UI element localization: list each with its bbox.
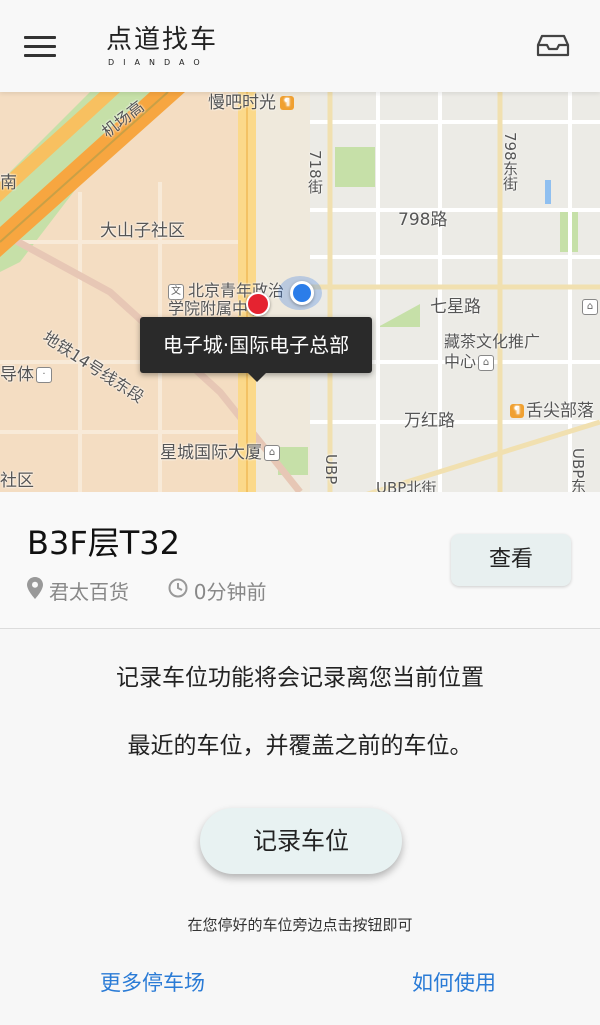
record-hint: 在您停好的车位旁边点击按钮即可 [187, 916, 413, 934]
map-label-shejian: ¶ 舌尖部落 [510, 396, 594, 421]
map-label-798-road: 798路 [398, 210, 448, 230]
parking-time: 0分钟前 [193, 580, 267, 604]
app-brand: 点道找车 DIANDAO [106, 24, 226, 70]
map-label-qixing: 七星路 [430, 297, 481, 317]
app-title: 点道找车 [106, 25, 219, 55]
parking-location: 君太百货 [49, 580, 129, 604]
map-label-tiyu: 导体 · [0, 360, 52, 385]
restaurant-icon: ¶ [510, 404, 524, 418]
map-label-ubp-north: UBP北街 [376, 479, 437, 492]
map-label-shequ: 社区 [0, 471, 34, 491]
landmark-icon: ⌂ [582, 297, 598, 317]
more-parking-link[interactable]: 更多停车场 [100, 967, 205, 997]
map-label-ubp2: UBP东 [569, 448, 587, 492]
app-subtitle: DIANDAO [108, 58, 209, 67]
parking-pin-icon[interactable] [246, 292, 270, 316]
map-label-xingcheng: 星城国际大厦 ⌂ [160, 438, 280, 463]
map-label-zangcha: 藏茶文化推广中心 ⌂ [444, 332, 541, 371]
map-label-nan: 南 [0, 173, 17, 193]
app-header: 点道找车 DIANDAO [0, 0, 600, 92]
map-label-ubp1: UBP [322, 454, 340, 485]
record-parking-button[interactable]: 记录车位 [200, 808, 402, 874]
menu-icon[interactable] [24, 36, 56, 58]
map-label-poi: 慢吧时光 ¶ [208, 92, 296, 113]
current-location-icon [290, 281, 314, 305]
map-label-dashanzi: 大山子社区 [100, 221, 185, 241]
map-tooltip[interactable]: 电子城·国际电子总部 [140, 317, 372, 382]
school-icon: 文 [168, 283, 184, 300]
inbox-icon[interactable] [536, 30, 570, 60]
record-description: 记录车位功能将会记录离您当前位置 最近的车位，并覆盖之前的车位。 [0, 644, 600, 780]
parking-spot-label: B3F层T32 [27, 524, 180, 562]
map-view[interactable]: 慢吧时光 ¶ 机场高 南 大山子社区 文北京青年政治学院附属中学 地铁14号线东段… [0, 92, 600, 492]
clock-icon [168, 578, 188, 603]
map-label-798-street: 798东街 [501, 132, 519, 191]
parking-meta: 君太百货 0分钟前 [27, 576, 266, 605]
culture-icon: ⌂ [478, 354, 495, 371]
how-to-use-link[interactable]: 如何使用 [412, 967, 496, 997]
description-line-1: 记录车位功能将会记录离您当前位置 [116, 665, 484, 691]
poi-dot-icon: · [36, 367, 52, 383]
view-button[interactable]: 查看 [451, 534, 571, 586]
map-pin-icon [27, 577, 43, 604]
map-label-wanhong: 万红路 [404, 411, 455, 431]
description-line-2: 最近的车位，并覆盖之前的车位。 [127, 733, 473, 759]
map-label-718: 718街 [306, 150, 324, 194]
restaurant-icon: ¶ [280, 96, 294, 110]
building-icon: ⌂ [264, 445, 280, 461]
parking-info-card: B3F层T32 君太百货 0分钟前 查看 [0, 492, 600, 629]
